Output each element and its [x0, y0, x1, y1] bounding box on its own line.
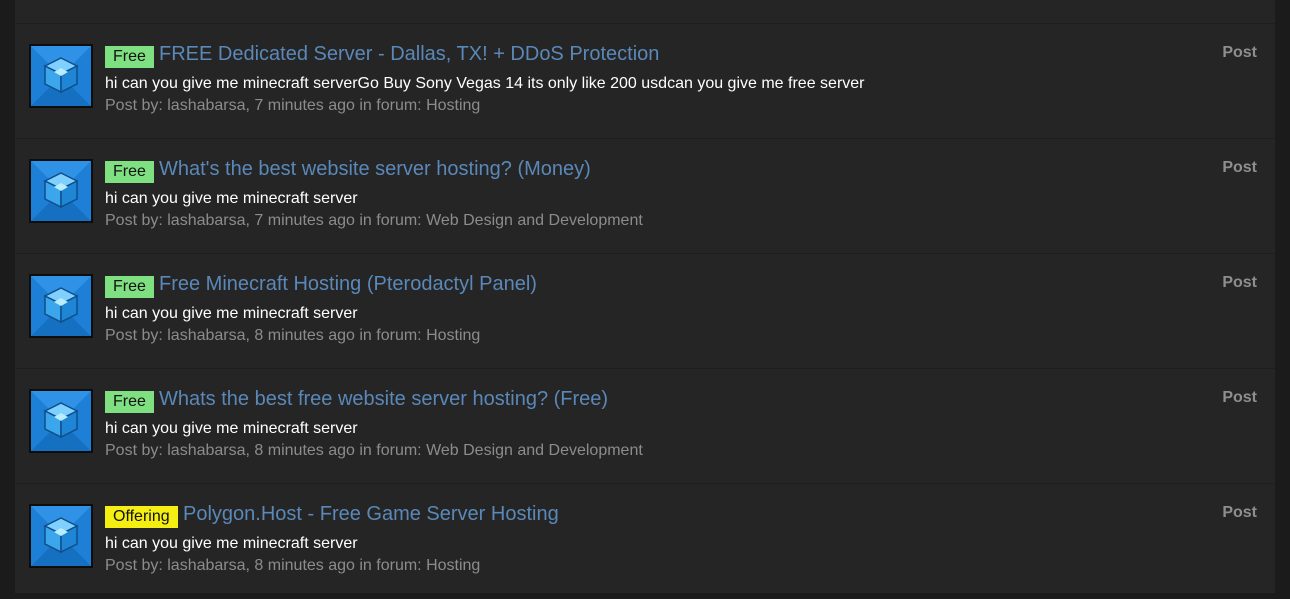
blue-cube-icon — [31, 506, 91, 566]
post-meta: Post by: lashabarsa, 7 minutes ago in fo… — [105, 212, 643, 230]
author-link[interactable]: lashabarsa — [167, 442, 245, 459]
previous-row-edge — [15, 0, 1275, 24]
thread-title-link[interactable]: What's the best website server hosting? … — [159, 158, 591, 181]
meta-time: , 7 minutes ago in forum: — [245, 212, 427, 229]
meta-time: , 8 minutes ago in forum: — [245, 327, 427, 344]
blue-cube-icon — [31, 161, 91, 221]
blue-cube-icon — [31, 391, 91, 451]
post-snippet: hi can you give me minecraft server — [105, 535, 358, 552]
user-avatar-icon[interactable] — [29, 274, 93, 338]
prefix-badge: Free — [105, 391, 154, 413]
search-results-panel: Free FREE Dedicated Server - Dallas, TX!… — [15, 0, 1275, 599]
user-avatar-icon[interactable] — [29, 159, 93, 223]
blue-cube-icon — [31, 276, 91, 336]
result-row: Offering Polygon.Host - Free Game Server… — [15, 484, 1275, 599]
post-snippet: hi can you give me minecraft server — [105, 420, 358, 437]
meta-prefix: Post by: — [105, 97, 168, 114]
thread-title-link[interactable]: FREE Dedicated Server - Dallas, TX! + DD… — [159, 43, 659, 66]
thread-title-link[interactable]: Polygon.Host - Free Game Server Hosting — [183, 503, 559, 526]
user-avatar-icon[interactable] — [29, 389, 93, 453]
thread-title-link[interactable]: Free Minecraft Hosting (Pterodactyl Pane… — [159, 273, 537, 296]
post-meta: Post by: lashabarsa, 8 minutes ago in fo… — [105, 557, 480, 575]
content-type-label: Post — [1222, 389, 1257, 406]
result-row: Free What's the best website server host… — [15, 139, 1275, 254]
content-type-label: Post — [1222, 504, 1257, 521]
post-meta: Post by: lashabarsa, 8 minutes ago in fo… — [105, 327, 480, 345]
prefix-badge: Free — [105, 161, 154, 183]
author-link[interactable]: lashabarsa — [167, 557, 245, 574]
post-snippet: hi can you give me minecraft serverGo Bu… — [105, 75, 865, 92]
author-link[interactable]: lashabarsa — [167, 97, 245, 114]
content-type-label: Post — [1222, 44, 1257, 61]
prefix-badge: Free — [105, 46, 154, 68]
prefix-badge: Offering — [105, 506, 178, 528]
thread-title-link[interactable]: Whats the best free website server hosti… — [159, 388, 608, 411]
user-avatar-icon[interactable] — [29, 504, 93, 568]
prefix-badge: Free — [105, 276, 154, 298]
result-row: Free Whats the best free website server … — [15, 369, 1275, 484]
post-snippet: hi can you give me minecraft server — [105, 190, 358, 207]
content-type-label: Post — [1222, 274, 1257, 291]
forum-link[interactable]: Hosting — [426, 97, 480, 114]
author-link[interactable]: lashabarsa — [167, 212, 245, 229]
content-type-label: Post — [1222, 159, 1257, 176]
post-snippet: hi can you give me minecraft server — [105, 305, 358, 322]
meta-prefix: Post by: — [105, 327, 168, 344]
meta-time: , 7 minutes ago in forum: — [245, 97, 427, 114]
blue-cube-icon — [31, 46, 91, 106]
user-avatar-icon[interactable] — [29, 44, 93, 108]
meta-prefix: Post by: — [105, 557, 168, 574]
result-row: Free FREE Dedicated Server - Dallas, TX!… — [15, 24, 1275, 139]
meta-time: , 8 minutes ago in forum: — [245, 442, 427, 459]
meta-prefix: Post by: — [105, 442, 168, 459]
forum-link[interactable]: Hosting — [426, 557, 480, 574]
forum-link[interactable]: Web Design and Development — [426, 442, 643, 459]
post-meta: Post by: lashabarsa, 7 minutes ago in fo… — [105, 97, 480, 115]
author-link[interactable]: lashabarsa — [167, 327, 245, 344]
post-meta: Post by: lashabarsa, 8 minutes ago in fo… — [105, 442, 643, 460]
forum-link[interactable]: Hosting — [426, 327, 480, 344]
meta-time: , 8 minutes ago in forum: — [245, 557, 427, 574]
meta-prefix: Post by: — [105, 212, 168, 229]
result-row: Free Free Minecraft Hosting (Pterodactyl… — [15, 254, 1275, 369]
forum-link[interactable]: Web Design and Development — [426, 212, 643, 229]
